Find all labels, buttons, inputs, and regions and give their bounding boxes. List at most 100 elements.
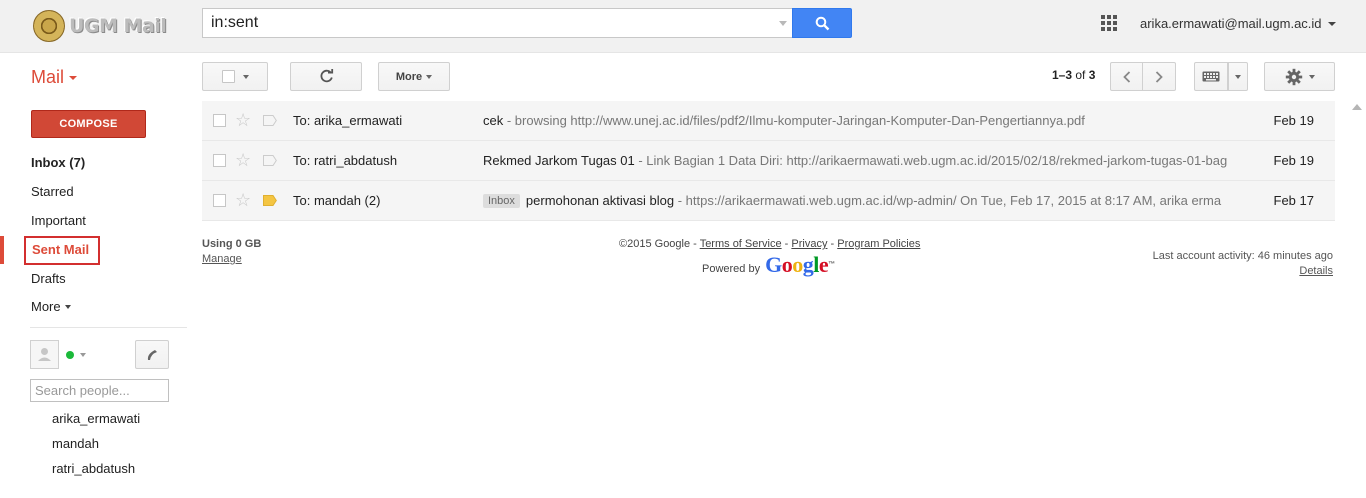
- powered-by: Powered by Google™: [702, 252, 835, 277]
- message-row[interactable]: ☆ To: mandah (2) Inbox permohonan aktivas…: [202, 181, 1335, 221]
- copyright-text: ©2015 Google -: [619, 238, 700, 250]
- chevron-down-icon: [242, 74, 249, 79]
- importance-marker-icon[interactable]: [263, 115, 277, 126]
- refresh-icon: [320, 69, 333, 83]
- compose-button[interactable]: COMPOSE: [31, 110, 146, 138]
- mail-app-switcher[interactable]: Mail: [31, 67, 78, 88]
- message-recipient: To: arika_ermawati: [293, 113, 403, 128]
- privacy-link[interactable]: Privacy: [791, 238, 827, 250]
- message-subject: cek: [483, 113, 504, 128]
- person-icon: [38, 348, 51, 361]
- chevron-right-icon: [1155, 70, 1163, 83]
- message-checkbox[interactable]: [213, 154, 226, 167]
- sidebar-item-more[interactable]: More: [31, 299, 71, 314]
- chevron-down-icon: [69, 75, 78, 80]
- terms-link[interactable]: Terms of Service: [700, 238, 782, 250]
- powered-by-text: Powered by: [702, 263, 761, 275]
- more-label: More: [395, 70, 423, 83]
- apps-grid-icon[interactable]: [1101, 15, 1117, 31]
- keyboard-icon: [1202, 71, 1220, 82]
- inbox-label-badge[interactable]: Inbox: [483, 194, 520, 208]
- message-subject-line: cek - browsing http://www.unej.ac.id/fil…: [483, 113, 1228, 128]
- refresh-button[interactable]: [290, 62, 362, 91]
- activity-details-link[interactable]: Details: [1299, 265, 1333, 277]
- sidebar-item-starred[interactable]: Starred: [31, 184, 74, 199]
- chevron-down-icon: [1235, 74, 1241, 79]
- contact-item[interactable]: arika_ermawati: [52, 411, 140, 426]
- search-options-caret-icon[interactable]: [779, 21, 787, 26]
- star-icon[interactable]: ☆: [235, 150, 251, 170]
- manage-storage-link[interactable]: Manage: [202, 253, 242, 265]
- chevron-down-icon: [1308, 74, 1315, 79]
- message-date: Feb 19: [1273, 153, 1314, 168]
- message-recipient: To: ratri_abdatush: [293, 153, 398, 168]
- pager-total: 3: [1088, 68, 1096, 82]
- pager-of: of: [1075, 68, 1086, 82]
- footer-links: ©2015 Google - Terms of Service - Privac…: [619, 238, 920, 250]
- message-subject-line: Rekmed Jarkom Tugas 01 - Link Bagian 1 D…: [483, 153, 1228, 168]
- pager-range: 1–3: [1052, 68, 1073, 82]
- google-logo: Google™: [765, 252, 835, 277]
- ugm-seal-icon: [33, 10, 65, 42]
- chevron-down-icon: [426, 74, 433, 79]
- contact-item[interactable]: mandah: [52, 436, 99, 451]
- active-indicator: [0, 236, 4, 264]
- sidebar-divider: [30, 327, 187, 328]
- scroll-up-arrow-icon[interactable]: [1352, 104, 1362, 110]
- input-tools-dropdown[interactable]: [1228, 62, 1248, 91]
- sidebar-more-label: More: [31, 299, 61, 314]
- contact-item[interactable]: ratri_abdatush: [52, 461, 135, 476]
- select-checkbox[interactable]: [221, 70, 235, 83]
- input-tools-button[interactable]: [1194, 62, 1228, 91]
- search-icon: [815, 16, 829, 30]
- message-snippet: - https://arikaermawati.web.ugm.ac.id/wp…: [674, 193, 1222, 208]
- account-menu[interactable]: arika.ermawati@mail.ugm.ac.id: [1140, 16, 1336, 31]
- importance-marker-icon[interactable]: [263, 195, 277, 206]
- last-account-activity: Last account activity: 46 minutes ago: [1152, 250, 1333, 262]
- online-status-icon[interactable]: [66, 351, 74, 359]
- sidebar-item-sent-mail[interactable]: Sent Mail: [32, 242, 89, 257]
- chevron-left-icon: [1122, 70, 1130, 83]
- message-subject: permohonan aktivasi blog: [525, 193, 675, 208]
- sidebar-item-important[interactable]: Important: [31, 213, 86, 228]
- importance-marker-icon[interactable]: [263, 155, 277, 166]
- start-call-button[interactable]: [135, 340, 169, 369]
- message-snippet: - browsing http://www.unej.ac.id/files/p…: [503, 113, 1085, 128]
- older-button[interactable]: [1142, 62, 1176, 91]
- sidebar-item-inbox[interactable]: Inbox (7): [31, 155, 85, 170]
- footer-separator: -: [827, 238, 838, 250]
- ugm-mail-logo[interactable]: UGM Mail: [33, 9, 167, 43]
- chevron-down-icon: [64, 304, 71, 309]
- phone-icon: [147, 349, 157, 360]
- star-icon[interactable]: ☆: [235, 190, 251, 210]
- logo-text: UGM Mail: [69, 15, 167, 37]
- search-input[interactable]: [203, 9, 773, 37]
- program-policies-link[interactable]: Program Policies: [837, 238, 920, 250]
- more-actions-button[interactable]: More: [378, 62, 450, 91]
- message-snippet: - Link Bagian 1 Data Diri: http://arikae…: [634, 153, 1228, 168]
- footer-separator: -: [781, 238, 792, 250]
- message-subject-line: Inbox permohonan aktivasi blog - https://…: [483, 193, 1228, 208]
- chevron-down-icon[interactable]: [80, 353, 86, 357]
- avatar[interactable]: [30, 340, 59, 369]
- search-button[interactable]: [792, 8, 852, 38]
- newer-button[interactable]: [1110, 62, 1143, 91]
- storage-usage: Using 0 GB: [202, 238, 262, 250]
- mail-label: Mail: [31, 67, 65, 87]
- search-people-input[interactable]: [30, 379, 169, 402]
- pager-count: 1–3 of 3: [1052, 68, 1095, 82]
- star-icon[interactable]: ☆: [235, 110, 251, 130]
- message-checkbox[interactable]: [213, 194, 226, 207]
- account-email: arika.ermawati@mail.ugm.ac.id: [1140, 16, 1322, 31]
- message-date: Feb 19: [1273, 113, 1314, 128]
- message-row[interactable]: ☆ To: arika_ermawati cek - browsing http…: [202, 101, 1335, 141]
- message-recipient: To: mandah (2): [293, 193, 381, 208]
- sidebar-item-drafts[interactable]: Drafts: [31, 271, 66, 286]
- select-all-button[interactable]: [202, 62, 268, 91]
- gear-icon: [1285, 68, 1302, 85]
- settings-button[interactable]: [1264, 62, 1335, 91]
- message-date: Feb 17: [1273, 193, 1314, 208]
- message-subject: Rekmed Jarkom Tugas 01: [483, 153, 635, 168]
- message-checkbox[interactable]: [213, 114, 226, 127]
- message-row[interactable]: ☆ To: ratri_abdatush Rekmed Jarkom Tugas…: [202, 141, 1335, 181]
